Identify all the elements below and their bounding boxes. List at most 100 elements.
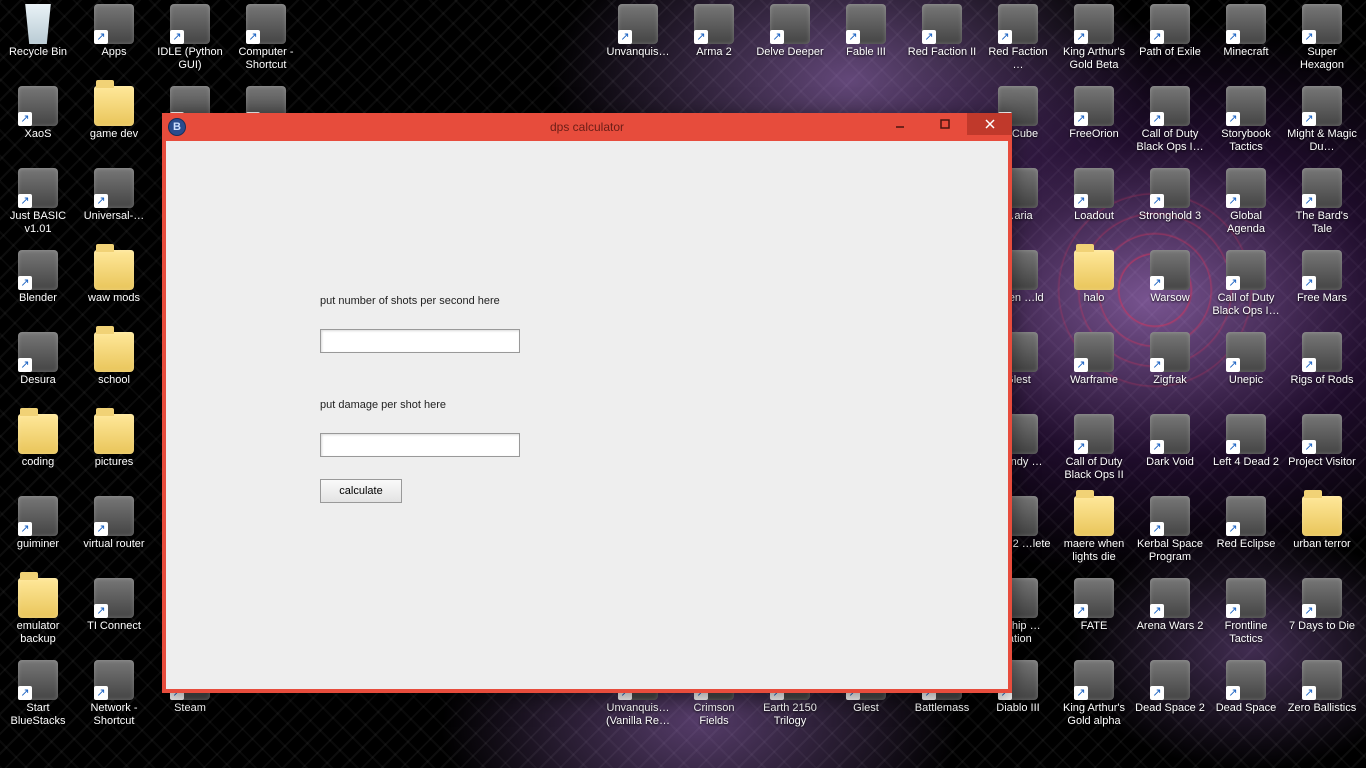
desktop-icon[interactable]: Free Mars bbox=[1284, 246, 1360, 328]
desktop-icon[interactable]: maere when lights die bbox=[1056, 492, 1132, 574]
desktop-icon[interactable]: Just BASIC v1.01 bbox=[0, 164, 76, 246]
desktop-icon[interactable]: Computer - Shortcut bbox=[228, 0, 304, 82]
desktop-icon-label: school bbox=[96, 374, 132, 387]
desktop-icon[interactable]: IDLE (Python GUI) bbox=[152, 0, 228, 82]
desktop-icon-label: Network - Shortcut bbox=[76, 702, 152, 728]
desktop-icon[interactable]: King Arthur's Gold alpha bbox=[1056, 656, 1132, 738]
desktop-icon[interactable]: Kerbal Space Program bbox=[1132, 492, 1208, 574]
shortcut-icon bbox=[922, 4, 962, 44]
folder-icon bbox=[94, 86, 134, 126]
desktop-icon[interactable]: Start BlueStacks bbox=[0, 656, 76, 738]
desktop-icon[interactable]: FreeOrion bbox=[1056, 82, 1132, 164]
desktop-icon[interactable]: school bbox=[76, 328, 152, 410]
desktop-icon[interactable]: Warframe bbox=[1056, 328, 1132, 410]
desktop-icon[interactable]: Dark Void bbox=[1132, 410, 1208, 492]
desktop-icon[interactable]: game dev bbox=[76, 82, 152, 164]
desktop-icon[interactable]: Call of Duty Black Ops I… bbox=[1132, 82, 1208, 164]
desktop-icon[interactable]: Might & Magic Du… bbox=[1284, 82, 1360, 164]
damage-input[interactable] bbox=[320, 433, 520, 457]
desktop-icon-label: game dev bbox=[88, 128, 140, 141]
desktop-icon-label: Arena Wars 2 bbox=[1135, 620, 1206, 633]
desktop-icon[interactable]: Arena Wars 2 bbox=[1132, 574, 1208, 656]
desktop-icon[interactable]: Zero Ballistics bbox=[1284, 656, 1360, 738]
desktop-icon[interactable]: Left 4 Dead 2 bbox=[1208, 410, 1284, 492]
desktop-icon[interactable]: halo bbox=[1056, 246, 1132, 328]
desktop-icon-label: Warsow bbox=[1148, 292, 1191, 305]
desktop-icon[interactable]: Stronghold 3 bbox=[1132, 164, 1208, 246]
shortcut-icon bbox=[18, 332, 58, 372]
desktop-icon[interactable]: XaoS bbox=[0, 82, 76, 164]
desktop-icon[interactable]: Call of Duty Black Ops II bbox=[1056, 410, 1132, 492]
desktop-icon-label: Blender bbox=[17, 292, 59, 305]
desktop-icon[interactable]: waw mods bbox=[76, 246, 152, 328]
desktop-icon-label: Project Visitor bbox=[1286, 456, 1358, 469]
desktop-icon[interactable]: Project Visitor bbox=[1284, 410, 1360, 492]
desktop-icon-label: FATE bbox=[1079, 620, 1110, 633]
desktop-icon-label: The Bard's Tale bbox=[1284, 210, 1360, 236]
desktop-icon[interactable]: King Arthur's Gold Beta bbox=[1056, 0, 1132, 82]
desktop-icon[interactable]: Fable III bbox=[828, 0, 904, 82]
damage-label: put damage per shot here bbox=[320, 399, 520, 411]
desktop-icon[interactable]: Arma 2 bbox=[676, 0, 752, 82]
desktop-icon[interactable]: Unepic bbox=[1208, 328, 1284, 410]
desktop-icon-label: TI Connect bbox=[85, 620, 143, 633]
desktop-icon[interactable]: FATE bbox=[1056, 574, 1132, 656]
folder-icon bbox=[94, 250, 134, 290]
shortcut-icon bbox=[94, 660, 134, 700]
desktop-icon[interactable]: Delve Deeper bbox=[752, 0, 828, 82]
desktop-icon[interactable]: Zigfrak bbox=[1132, 328, 1208, 410]
minimize-icon bbox=[895, 119, 905, 129]
desktop-icon[interactable]: 7 Days to Die bbox=[1284, 574, 1360, 656]
desktop-icon[interactable]: Global Agenda bbox=[1208, 164, 1284, 246]
desktop-icon-label: Red Faction II bbox=[906, 46, 978, 59]
shortcut-icon bbox=[18, 250, 58, 290]
desktop-icon[interactable]: Minecraft bbox=[1208, 0, 1284, 82]
desktop-icon-label: Just BASIC v1.01 bbox=[0, 210, 76, 236]
desktop-icon[interactable]: Frontline Tactics bbox=[1208, 574, 1284, 656]
close-button[interactable] bbox=[967, 113, 1012, 135]
desktop-icon[interactable]: Path of Exile bbox=[1132, 0, 1208, 82]
desktop-icon[interactable]: virtual router bbox=[76, 492, 152, 574]
desktop-icon-label: Free Mars bbox=[1295, 292, 1349, 305]
desktop-icon[interactable]: Storybook Tactics bbox=[1208, 82, 1284, 164]
desktop-icon[interactable]: pictures bbox=[76, 410, 152, 492]
desktop-icon[interactable]: Super Hexagon bbox=[1284, 0, 1360, 82]
calculate-button[interactable]: calculate bbox=[320, 479, 402, 503]
desktop-icon[interactable]: The Bard's Tale bbox=[1284, 164, 1360, 246]
shortcut-icon bbox=[1302, 578, 1342, 618]
shots-input[interactable] bbox=[320, 329, 520, 353]
desktop-icon[interactable]: Red Faction II bbox=[904, 0, 980, 82]
shortcut-icon bbox=[1150, 660, 1190, 700]
desktop-icon[interactable]: Recycle Bin bbox=[0, 0, 76, 82]
desktop-icon[interactable]: Red Eclipse bbox=[1208, 492, 1284, 574]
maximize-button[interactable] bbox=[922, 113, 967, 135]
desktop-icon-label: Frontline Tactics bbox=[1208, 620, 1284, 646]
desktop-icon[interactable]: Dead Space bbox=[1208, 656, 1284, 738]
desktop-icon[interactable]: Warsow bbox=[1132, 246, 1208, 328]
desktop-icon-label: Super Hexagon bbox=[1284, 46, 1360, 72]
desktop-icon[interactable]: Rigs of Rods bbox=[1284, 328, 1360, 410]
desktop-icon[interactable]: Dead Space 2 bbox=[1132, 656, 1208, 738]
desktop-icon-label: Start BlueStacks bbox=[0, 702, 76, 728]
minimize-button[interactable] bbox=[877, 113, 922, 135]
shortcut-icon bbox=[1074, 332, 1114, 372]
desktop-icon[interactable]: Call of Duty Black Ops I… bbox=[1208, 246, 1284, 328]
desktop-icon-label: Stronghold 3 bbox=[1137, 210, 1203, 223]
desktop-icon-label: Storybook Tactics bbox=[1208, 128, 1284, 154]
desktop-icon[interactable]: urban terror bbox=[1284, 492, 1360, 574]
titlebar[interactable]: B dps calculator bbox=[162, 113, 1012, 141]
desktop-icon[interactable]: guiminer bbox=[0, 492, 76, 574]
desktop-icon[interactable]: coding bbox=[0, 410, 76, 492]
desktop-icon[interactable]: Universal-… bbox=[76, 164, 152, 246]
desktop-icon[interactable]: Apps bbox=[76, 0, 152, 82]
desktop-icon[interactable]: Unvanquis… bbox=[600, 0, 676, 82]
desktop-icon-label: halo bbox=[1082, 292, 1107, 305]
desktop-icon[interactable]: Desura bbox=[0, 328, 76, 410]
shortcut-icon bbox=[1302, 86, 1342, 126]
desktop-icon[interactable]: Red Faction … bbox=[980, 0, 1056, 82]
desktop-icon[interactable]: emulator backup bbox=[0, 574, 76, 656]
desktop-icon[interactable]: Blender bbox=[0, 246, 76, 328]
desktop-icon[interactable]: Network - Shortcut bbox=[76, 656, 152, 738]
desktop-icon[interactable]: TI Connect bbox=[76, 574, 152, 656]
desktop-icon[interactable]: Loadout bbox=[1056, 164, 1132, 246]
